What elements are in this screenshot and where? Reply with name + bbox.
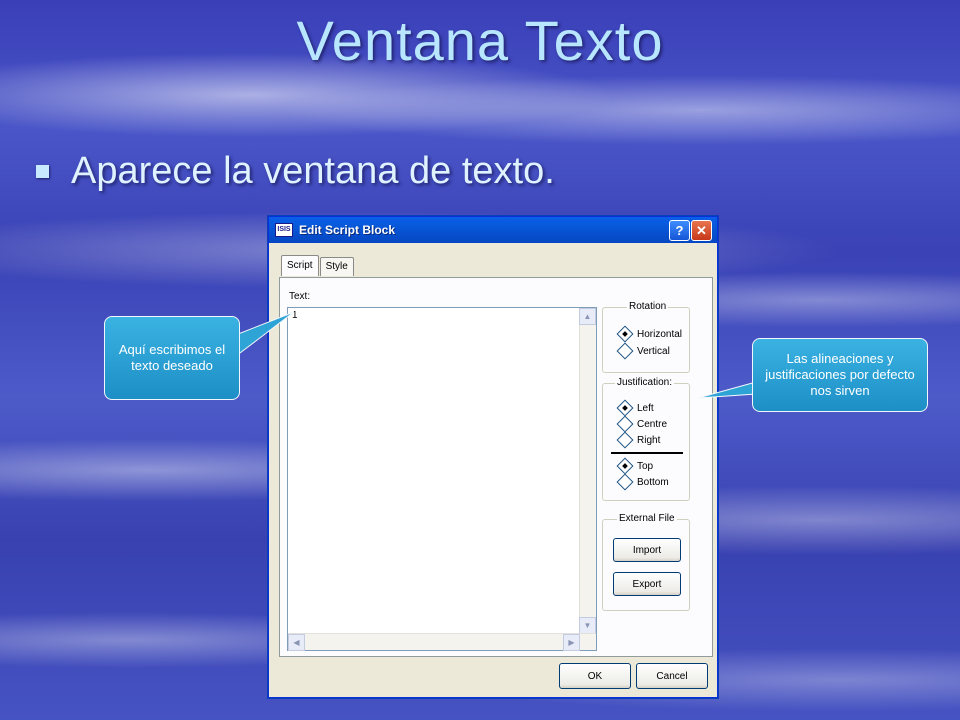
right-callout: Las alineaciones y justificaciones por d… — [752, 338, 928, 412]
left-callout-text: Aquí escribimos el texto deseado — [118, 342, 226, 373]
right-callout-pointer — [697, 381, 757, 399]
left-callout: Aquí escribimos el texto deseado — [104, 316, 240, 400]
right-callout-text: Las alineaciones y justificaciones por d… — [765, 351, 915, 398]
